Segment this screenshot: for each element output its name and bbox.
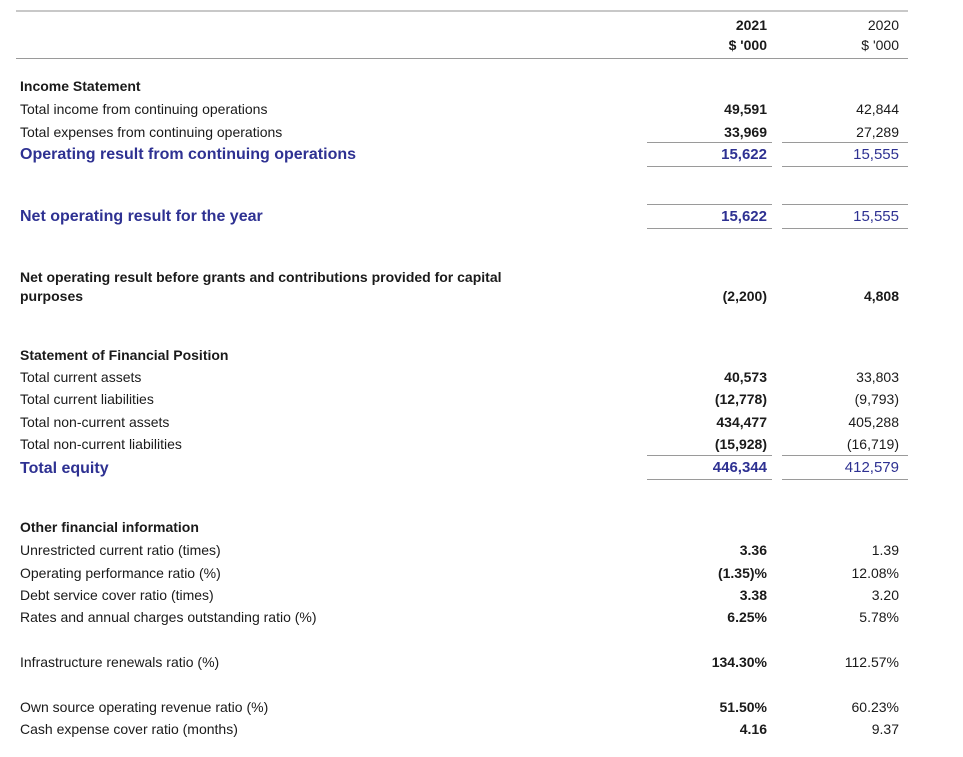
row-label-non-current-liabilities: Total non-current liabilities [20,436,182,452]
value-2021-cash-expense-cover-ratio: 4.16 [739,721,767,737]
value-2020-non-current-assets: 405,288 [848,414,899,430]
subtotal-rule-2021 [647,142,772,143]
top-rule [16,10,908,12]
row-label-unrestricted-current-ratio: Unrestricted current ratio (times) [20,542,221,558]
row-label-cash-expense-cover-ratio: Cash expense cover ratio (months) [20,721,238,737]
value-2020-net-operating-result: 15,555 [853,208,899,225]
equity-top-rule-2020 [782,455,908,456]
net-result-bottom-rule-2021 [647,228,772,229]
value-2021-own-source-revenue-ratio: 51.50% [719,699,767,715]
equity-bottom-rule-2020 [782,479,908,480]
value-2021-net-before-grants: (2,200) [722,288,767,304]
row-label-current-liabilities: Total current liabilities [20,391,154,407]
header-underline [16,58,908,59]
value-2021-current-assets: 40,573 [724,369,767,385]
column-header-2021-unit: $ '000 [728,37,767,53]
net-result-top-rule-2020 [782,204,908,205]
row-label-total-equity: Total equity [20,460,109,477]
value-2021-total-expenses: 33,969 [724,124,767,140]
value-2020-operating-performance-ratio: 12.08% [851,565,899,581]
value-2021-unrestricted-current-ratio: 3.36 [739,542,767,558]
value-2021-operating-performance-ratio: (1.35)% [717,565,767,581]
other-info-heading: Other financial information [20,519,199,535]
value-2021-total-equity: 446,344 [712,459,767,476]
value-2020-current-liabilities: (9,793) [854,391,899,407]
value-2021-non-current-liabilities: (15,928) [714,436,767,452]
value-2020-total-equity: 412,579 [844,459,899,476]
column-header-2020-year: 2020 [867,17,899,33]
net-result-top-rule-2021 [647,204,772,205]
income-statement-heading: Income Statement [20,78,141,94]
financial-position-heading: Statement of Financial Position [20,347,229,363]
column-header-2020-unit: $ '000 [861,37,899,53]
value-2021-total-income: 49,591 [724,101,767,117]
value-2020-own-source-revenue-ratio: 60.23% [851,699,899,715]
total-rule-2021 [647,166,772,167]
value-2021-debt-service-cover-ratio: 3.38 [739,587,767,603]
row-label-operating-result: Operating result from continuing operati… [20,146,357,163]
row-label-operating-performance-ratio: Operating performance ratio (%) [20,565,221,581]
value-2020-debt-service-cover-ratio: 3.20 [871,587,899,603]
row-label-infrastructure-renewals-ratio: Infrastructure renewals ratio (%) [20,654,220,670]
equity-bottom-rule-2021 [647,479,772,480]
value-2020-non-current-liabilities: (16,719) [846,436,899,452]
row-label-net-before-grants-line1: Net operating result before grants and c… [20,269,502,285]
row-label-debt-service-cover-ratio: Debt service cover ratio (times) [20,587,214,603]
value-2021-current-liabilities: (12,778) [714,391,767,407]
row-label-own-source-revenue-ratio: Own source operating revenue ratio (%) [20,699,269,715]
row-label-rates-outstanding-ratio: Rates and annual charges outstanding rat… [20,609,317,625]
row-label-current-assets: Total current assets [20,369,142,385]
row-label-net-operating-result: Net operating result for the year [20,208,263,225]
value-2021-infrastructure-renewals-ratio: 134.30% [711,654,767,670]
value-2020-unrestricted-current-ratio: 1.39 [871,542,899,558]
total-rule-2020 [782,166,908,167]
value-2020-cash-expense-cover-ratio: 9.37 [871,721,899,737]
net-result-bottom-rule-2020 [782,228,908,229]
column-header-2021-year: 2021 [735,17,767,33]
value-2021-rates-outstanding-ratio: 6.25% [727,609,767,625]
value-2020-current-assets: 33,803 [856,369,899,385]
value-2020-infrastructure-renewals-ratio: 112.57% [844,654,899,670]
value-2020-total-expenses: 27,289 [856,124,899,140]
row-label-total-income: Total income from continuing operations [20,101,268,117]
value-2020-total-income: 42,844 [856,101,899,117]
value-2020-rates-outstanding-ratio: 5.78% [859,609,899,625]
value-2020-operating-result: 15,555 [853,146,899,163]
value-2021-non-current-assets: 434,477 [716,414,767,430]
subtotal-rule-2020 [782,142,908,143]
row-label-total-expenses: Total expenses from continuing operation… [20,124,283,140]
row-label-non-current-assets: Total non-current assets [20,414,170,430]
value-2020-net-before-grants: 4,808 [863,288,899,304]
value-2021-operating-result: 15,622 [721,146,767,163]
row-label-net-before-grants-line2: purposes [20,288,84,304]
equity-top-rule-2021 [647,455,772,456]
value-2021-net-operating-result: 15,622 [721,208,767,225]
